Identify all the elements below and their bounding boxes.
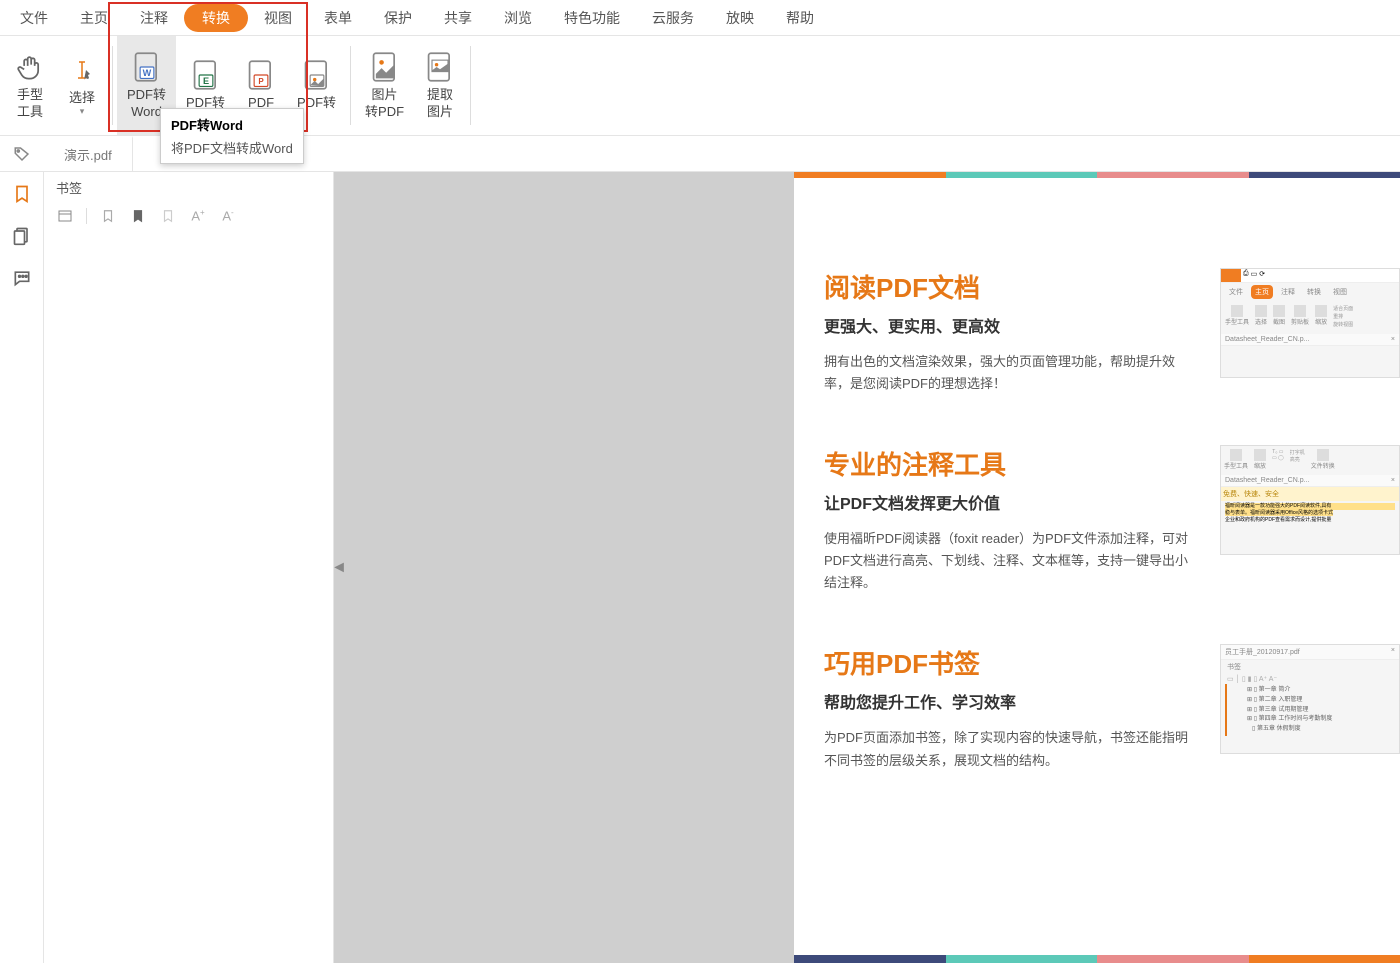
decorative-color-bar-bottom	[794, 955, 1400, 963]
feature-block: 专业的注释工具 让PDF文档发挥更大价值 使用福昕PDF阅读器（foxit re…	[824, 445, 1400, 594]
feature-description: 拥有出色的文档渲染效果，强大的页面管理功能，帮助提升效率，是您阅读PDF的理想选…	[824, 351, 1200, 395]
pdf-word-icon: W	[131, 51, 163, 83]
img-to-pdf-button[interactable]: 图片 转PDF	[355, 36, 414, 135]
tab-tag-icon[interactable]	[0, 145, 44, 163]
pdf-page-preview: 阅读PDF文档 更强大、更实用、更高效 拥有出色的文档渲染效果，强大的页面管理功…	[794, 172, 1400, 963]
feature-thumbnail: 手型工具 缩放 T₀ ▭▭ ◯ 打字机 高亮 文件转换	[1220, 445, 1400, 555]
bm-add-icon[interactable]	[99, 207, 117, 225]
feature-title: 专业的注释工具	[824, 445, 1200, 482]
bm-remove-icon[interactable]	[159, 207, 177, 225]
select-button[interactable]: 选择 ▾	[56, 36, 108, 135]
feature-block: 巧用PDF书签 帮助您提升工作、学习效率 为PDF页面添加书签，除了实现内容的快…	[824, 644, 1400, 771]
menu-cloud[interactable]: 云服务	[636, 4, 710, 32]
menu-annotate[interactable]: 注释	[124, 4, 184, 32]
bm-expand-icon[interactable]	[56, 207, 74, 225]
menu-bar: 文件 主页 注释 转换 视图 表单 保护 共享 浏览 特色功能 云服务 放映 帮…	[0, 0, 1400, 36]
hand-tool-button[interactable]: 手型 工具	[4, 36, 56, 135]
dropdown-caret-icon: ▾	[80, 106, 85, 117]
feature-title: 阅读PDF文档	[824, 268, 1200, 305]
menu-view[interactable]: 视图	[248, 4, 308, 32]
tooltip-desc: 将PDF文档转成Word	[171, 138, 293, 157]
feature-thumbnail: ⎙▭⟳ 文件 主页 注释 转换 视图 手型工具	[1220, 268, 1400, 378]
bookmark-toolbar: A+ A-	[44, 203, 333, 229]
extract-image-icon	[424, 51, 456, 83]
menu-browse[interactable]: 浏览	[488, 4, 548, 32]
feature-subtitle: 让PDF文档发挥更大价值	[824, 490, 1200, 514]
extract-img-button[interactable]: 提取 图片	[414, 36, 466, 135]
bm-font-increase-icon[interactable]: A+	[189, 207, 207, 225]
menu-help[interactable]: 帮助	[770, 4, 830, 32]
feature-thumbnail: 员工手册_20120917.pdf × 书签 ▭ │ ▯ ▮ ▯ A⁺ A⁻ ⊞…	[1220, 644, 1400, 754]
file-tab[interactable]: 演示.pdf	[44, 136, 133, 171]
menu-slideshow[interactable]: 放映	[710, 4, 770, 32]
document-viewport: ◄ 阅读PDF文档 更强大、更实用、更高效 拥有出色的文档渲染效果，强大的页面管…	[334, 172, 1400, 963]
bookmark-panel: 书签 A+ A-	[44, 172, 334, 963]
bookmark-icon[interactable]	[10, 182, 34, 206]
menu-share[interactable]: 共享	[428, 4, 488, 32]
feature-block: 阅读PDF文档 更强大、更实用、更高效 拥有出色的文档渲染效果，强大的页面管理功…	[824, 268, 1400, 395]
menu-special[interactable]: 特色功能	[548, 4, 636, 32]
bookmark-panel-title: 书签	[44, 172, 333, 203]
pdf-excel-icon: E	[190, 59, 222, 91]
pages-icon[interactable]	[10, 224, 34, 248]
menu-file[interactable]: 文件	[4, 4, 64, 32]
main-area: 书签 A+ A- ◄	[0, 172, 1400, 963]
bm-font-decrease-icon[interactable]: A-	[219, 207, 237, 225]
svg-text:P: P	[258, 77, 264, 86]
pdf-image-icon	[301, 59, 333, 91]
menu-home[interactable]: 主页	[64, 4, 124, 32]
bm-add-filled-icon[interactable]	[129, 207, 147, 225]
pdf-generic-icon: P	[245, 59, 277, 91]
image-pdf-icon	[369, 51, 401, 83]
panel-collapse-handle[interactable]: ◄	[334, 548, 344, 588]
feature-description: 使用福昕PDF阅读器（foxit reader）为PDF文件添加注释，可对PDF…	[824, 528, 1200, 594]
tooltip: PDF转Word 将PDF文档转成Word	[160, 108, 304, 164]
hand-icon	[14, 51, 46, 83]
tooltip-title: PDF转Word	[171, 115, 293, 134]
feature-subtitle: 帮助您提升工作、学习效率	[824, 689, 1200, 713]
feature-subtitle: 更强大、更实用、更高效	[824, 313, 1200, 337]
comments-icon[interactable]	[10, 266, 34, 290]
menu-protect[interactable]: 保护	[368, 4, 428, 32]
menu-convert[interactable]: 转换	[184, 4, 248, 32]
feature-title: 巧用PDF书签	[824, 644, 1200, 681]
svg-text:W: W	[142, 68, 151, 78]
select-text-icon	[66, 54, 98, 86]
decorative-color-bar-top	[794, 172, 1400, 178]
feature-description: 为PDF页面添加书签，除了实现内容的快速导航，书签还能指明不同书签的层级关系，展…	[824, 727, 1200, 771]
left-icon-sidebar	[0, 172, 44, 963]
page-margin-area	[334, 172, 794, 963]
svg-text:E: E	[202, 76, 208, 86]
menu-form[interactable]: 表单	[308, 4, 368, 32]
